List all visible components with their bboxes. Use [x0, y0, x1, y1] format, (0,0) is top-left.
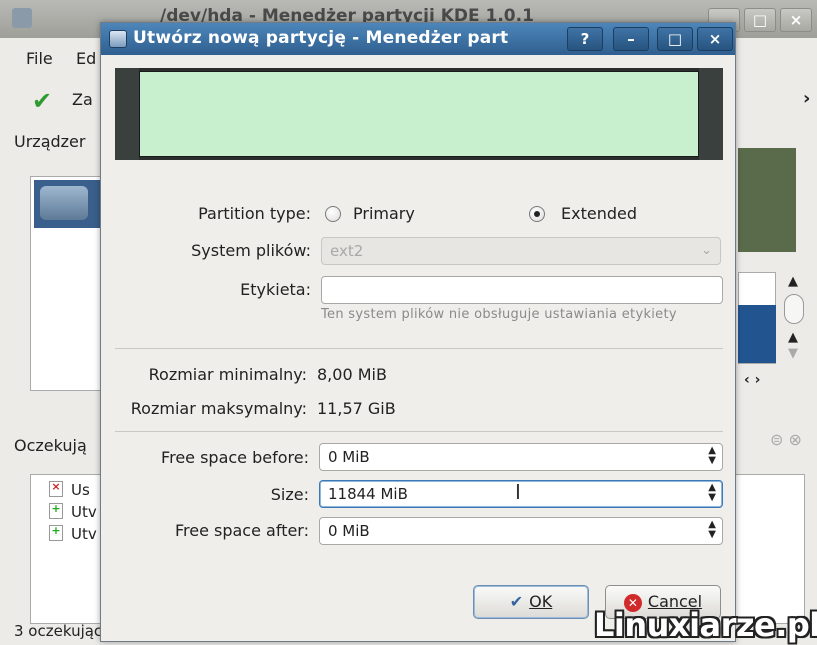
list-item[interactable]: + Utv [49, 525, 97, 543]
min-size-label: Rozmiar minimalny: [148, 365, 307, 384]
apply-button-label[interactable]: Za [72, 90, 93, 109]
separator [115, 348, 723, 349]
maximize-button[interactable]: □ [657, 27, 693, 51]
scroll-down-icon[interactable]: ▼ [788, 346, 798, 361]
panel-float-close-icons[interactable]: ⊜ ⊗ [770, 430, 802, 449]
max-size-label: Rozmiar maksymalny: [130, 399, 307, 418]
scroll-up-icon[interactable]: ▲ [788, 330, 798, 345]
free-after-value: 0 MiB [328, 522, 370, 540]
spin-arrows-icon[interactable]: ▲ ▼ [708, 483, 716, 503]
spin-arrows-icon[interactable]: ▲ ▼ [708, 446, 716, 466]
maximize-button[interactable]: □ [744, 8, 776, 32]
label-hint-text: Ten system plików nie obsługuje ustawian… [321, 307, 677, 322]
close-button[interactable]: × [780, 8, 812, 32]
devices-panel-title: Urządzer [14, 132, 86, 151]
radio-primary-label[interactable]: Primary [353, 204, 415, 223]
resize-handle-left[interactable] [115, 68, 139, 160]
radio-extended[interactable] [529, 206, 545, 222]
list-item[interactable]: × Us [49, 481, 90, 499]
free-after-spinbox[interactable]: 0 MiB ▲ ▼ [319, 517, 723, 545]
spin-arrows-icon[interactable]: ▲ ▼ [708, 520, 716, 540]
free-before-label: Free space before: [161, 448, 309, 467]
filesystem-value: ext2 [330, 242, 364, 260]
horizontal-scroll-arrows[interactable]: ‹ › [744, 372, 760, 388]
radio-extended-label[interactable]: Extended [561, 204, 637, 223]
checkmark-icon: ✔ [509, 592, 524, 611]
free-before-value: 0 MiB [328, 448, 370, 466]
devices-list [30, 176, 105, 391]
partition-type-label: Partition type: [198, 204, 311, 223]
chevron-down-icon: ⌄ [701, 243, 712, 258]
text-cursor-icon: I [515, 480, 521, 504]
close-button[interactable]: × [697, 27, 733, 51]
free-after-label: Free space after: [174, 521, 309, 540]
partition-graph-fragment [738, 148, 796, 252]
minimize-button[interactable]: – [613, 27, 649, 51]
list-item-label: Utv [71, 503, 97, 521]
list-item-label: Utv [71, 525, 97, 543]
add-icon: + [49, 525, 63, 541]
radio-primary[interactable] [325, 206, 341, 222]
pending-operations-title: Oczekują [14, 436, 87, 455]
partition-resizer[interactable] [115, 68, 723, 160]
delete-icon: × [49, 481, 63, 497]
size-value: 11844 MiB [328, 485, 408, 503]
filesystem-label: System plików: [191, 241, 311, 260]
dialog-title: Utwórz nową partycję - Menedżer part [133, 28, 509, 48]
filesystem-select[interactable]: ext2 ⌄ [321, 237, 721, 265]
menu-file[interactable]: File [26, 49, 53, 68]
scroll-up-icon[interactable]: ▲ [788, 274, 798, 289]
hard-disk-icon [40, 186, 88, 220]
radio-selected-dot [534, 211, 540, 217]
resize-handle-right[interactable] [699, 68, 723, 160]
partition-manager-icon [109, 30, 127, 48]
partition-label-input[interactable] [321, 276, 723, 304]
min-size-value: 8,00 MiB [317, 365, 387, 384]
size-spinbox[interactable]: 11844 MiB ▲ ▼ [319, 480, 723, 508]
chevron-right-icon[interactable]: › [803, 88, 810, 109]
menu-edit[interactable]: Ed [76, 49, 96, 68]
list-item-label: Us [71, 481, 90, 499]
create-partition-dialog: Utwórz nową partycję - Menedżer part ? –… [100, 22, 736, 642]
device-item[interactable] [34, 180, 102, 228]
app-icon [12, 8, 32, 28]
selected-row-fragment [738, 305, 776, 363]
checkmark-icon[interactable]: ✔ [32, 87, 52, 115]
scrollbar[interactable]: ▲ ▲ ▼ [780, 272, 808, 372]
ok-button-label: OK [529, 592, 553, 611]
scroll-thumb[interactable] [784, 294, 804, 324]
partition-label-label: Etykieta: [240, 280, 311, 299]
list-item[interactable]: + Utv [49, 503, 97, 521]
watermark-logo: Linuxiarze.pl [594, 606, 817, 644]
max-size-value: 11,57 GiB [317, 399, 396, 418]
separator [115, 431, 723, 432]
free-before-spinbox[interactable]: 0 MiB ▲ ▼ [319, 443, 723, 471]
help-button[interactable]: ? [567, 27, 603, 51]
size-label: Size: [270, 485, 309, 504]
dialog-titlebar[interactable]: Utwórz nową partycję - Menedżer part ? –… [101, 23, 735, 55]
add-icon: + [49, 503, 63, 519]
ok-button[interactable]: ✔ OK [473, 585, 589, 619]
partition-block[interactable] [139, 71, 699, 157]
